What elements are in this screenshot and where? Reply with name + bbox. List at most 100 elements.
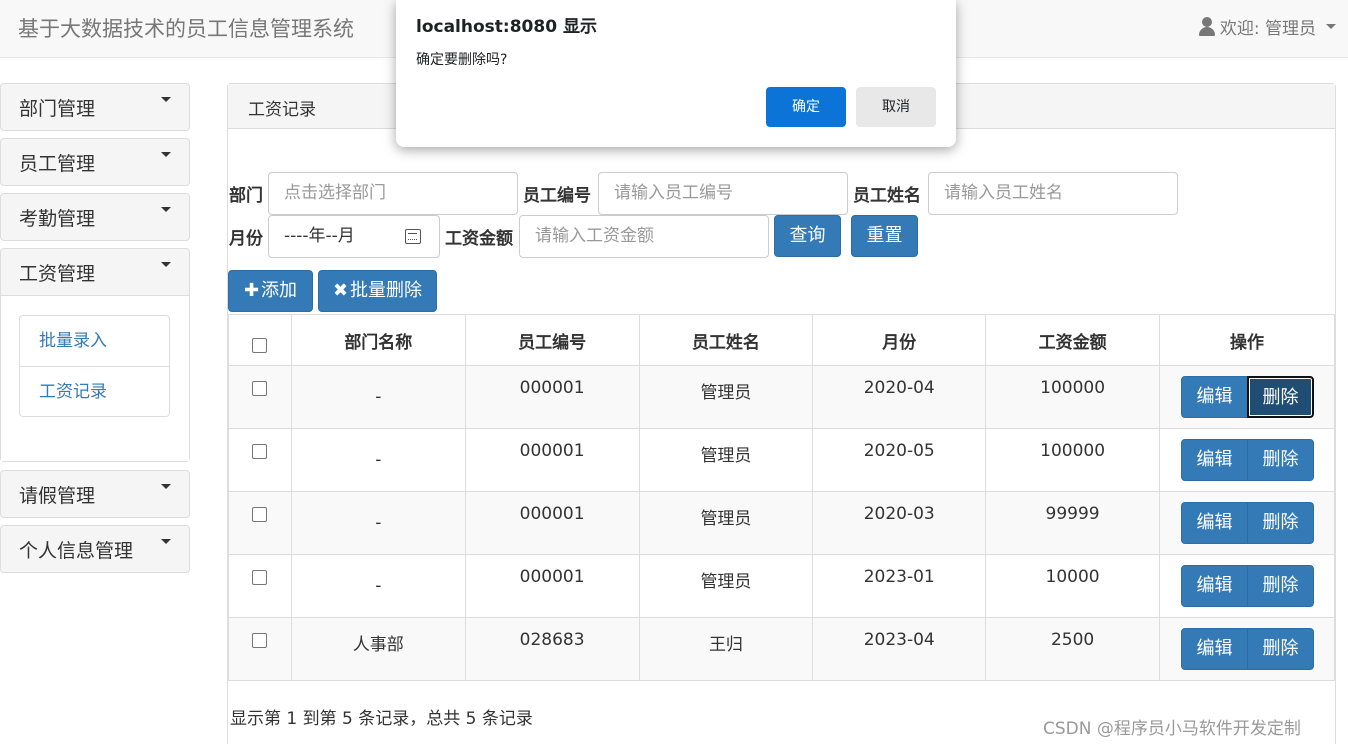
cell-empno: 000001 <box>464 554 640 618</box>
add-button-label: 添加 <box>261 280 298 301</box>
reset-button[interactable]: 重置 <box>851 215 918 257</box>
user-menu[interactable]: 欢迎: 管理员 <box>1198 14 1336 39</box>
table-row: - 000001 管理员 2020-03 99999 编辑 删除 <box>228 491 1335 555</box>
sidebar-menu-label: 工资管理 <box>19 263 96 285</box>
cell-actions: 编辑 删除 <box>1159 617 1335 681</box>
cell-salary: 99999 <box>985 491 1160 555</box>
sidebar-menu-label: 部门管理 <box>19 98 96 120</box>
column-header[interactable]: 工资金额 <box>985 314 1160 366</box>
batch-delete-label: 批量删除 <box>350 280 423 301</box>
row-checkbox[interactable] <box>252 443 268 459</box>
month-label: 月份 <box>229 229 263 249</box>
cell-salary: 2500 <box>985 617 1160 681</box>
sidebar-toggle-profile[interactable]: 个人信息管理 <box>1 526 189 572</box>
table-row: - 000001 管理员 2023-01 10000 编辑 删除 <box>228 554 1335 618</box>
row-checkbox[interactable] <box>252 569 268 585</box>
sidebar-menu-dept: 部门管理 <box>0 83 190 131</box>
cell-dept: - <box>290 428 466 492</box>
row-checkbox[interactable] <box>252 506 268 522</box>
column-header[interactable]: 月份 <box>812 314 987 366</box>
search-button[interactable]: 查询 <box>774 215 841 257</box>
table-row: - 000001 管理员 2020-05 100000 编辑 删除 <box>228 428 1335 492</box>
row-select-cell <box>228 491 292 555</box>
row-checkbox[interactable] <box>252 380 268 396</box>
delete-button[interactable]: 删除 <box>1247 628 1314 670</box>
sidebar-toggle-leave[interactable]: 请假管理 <box>1 471 189 517</box>
sidebar-toggle-dept[interactable]: 部门管理 <box>1 84 189 130</box>
cell-actions: 编辑 删除 <box>1159 365 1335 429</box>
submenu-item-batch-entry[interactable]: 批量录入 <box>20 316 169 366</box>
app-title[interactable]: 基于大数据技术的员工信息管理系统 <box>18 13 354 43</box>
column-header[interactable]: 员工编号 <box>464 314 640 366</box>
sidebar-toggle-salary[interactable]: 工资管理 <box>1 249 189 295</box>
table-row: 人事部 028683 王归 2023-04 2500 编辑 删除 <box>228 617 1335 681</box>
delete-button[interactable]: 删除 <box>1247 565 1314 607</box>
delete-button[interactable]: 删除 <box>1247 439 1314 481</box>
salary-label: 工资金额 <box>445 229 513 249</box>
pagination-info: 显示第 1 到第 5 条记录，总共 5 条记录 <box>230 709 533 729</box>
caret-down-icon <box>161 262 171 267</box>
caret-down-icon <box>161 484 171 489</box>
edit-button[interactable]: 编辑 <box>1181 565 1248 607</box>
edit-button[interactable]: 编辑 <box>1181 439 1248 481</box>
sidebar-menu-employee: 员工管理 <box>0 138 190 186</box>
table-header-row: 部门名称 员工编号 员工姓名 月份 工资金额 操作 <box>228 314 1335 366</box>
sidebar-menu-label: 员工管理 <box>19 153 96 175</box>
cell-name: 王归 <box>638 617 814 681</box>
calendar-icon[interactable] <box>405 229 421 244</box>
row-checkbox[interactable] <box>252 632 268 648</box>
row-select-cell <box>228 617 292 681</box>
table-row: - 000001 管理员 2020-04 100000 编辑 删除 <box>228 365 1335 429</box>
select-all-checkbox[interactable] <box>252 337 268 353</box>
sidebar-menu-leave: 请假管理 <box>0 470 190 518</box>
user-menu-label: 欢迎: 管理员 <box>1219 19 1316 39</box>
delete-button[interactable]: 删除 <box>1247 376 1314 418</box>
add-button[interactable]: ✚ 添加 <box>228 270 313 312</box>
empname-input[interactable]: 请输入员工姓名 <box>928 172 1178 215</box>
cell-dept: 人事部 <box>290 617 466 681</box>
dialog-message: 确定要删除吗? <box>416 52 508 68</box>
column-header[interactable]: 部门名称 <box>290 314 466 366</box>
select-all-cell <box>228 314 292 366</box>
month-picker[interactable]: ----年--月 <box>268 215 440 258</box>
sidebar-menu-profile: 个人信息管理 <box>0 525 190 573</box>
salary-table: 部门名称 员工编号 员工姓名 月份 工资金额 操作 - 000001 管理员 2… <box>228 314 1335 681</box>
edit-button[interactable]: 编辑 <box>1181 376 1248 418</box>
sidebar-toggle-employee[interactable]: 员工管理 <box>1 139 189 185</box>
cell-name: 管理员 <box>638 554 814 618</box>
empno-input[interactable]: 请输入员工编号 <box>598 172 848 215</box>
cross-icon: ✖ <box>332 280 349 301</box>
delete-button[interactable]: 删除 <box>1247 502 1314 544</box>
month-value: ----年--月 <box>284 226 355 246</box>
confirm-dialog: localhost:8080 显示 确定要删除吗? 确定 取消 <box>396 0 956 147</box>
edit-button[interactable]: 编辑 <box>1181 628 1248 670</box>
dialog-cancel-button[interactable]: 取消 <box>856 87 936 127</box>
sidebar-menu-salary: 工资管理 批量录入 工资记录 <box>0 248 190 462</box>
dept-select-input[interactable]: 点击选择部门 <box>268 172 518 215</box>
cell-name: 管理员 <box>638 491 814 555</box>
row-select-cell <box>228 365 292 429</box>
salary-input[interactable]: 请输入工资金额 <box>519 215 769 258</box>
submenu-item-salary-records[interactable]: 工资记录 <box>20 366 169 416</box>
sidebar-menu-label: 请假管理 <box>19 485 96 507</box>
dialog-ok-button[interactable]: 确定 <box>766 87 846 127</box>
plus-icon: ✚ <box>243 280 260 301</box>
cell-month: 2023-04 <box>812 617 987 681</box>
cell-salary: 100000 <box>985 365 1160 429</box>
sidebar-submenu-salary: 批量录入 工资记录 <box>1 295 189 461</box>
row-select-cell <box>228 428 292 492</box>
batch-delete-button[interactable]: ✖ 批量删除 <box>318 270 437 312</box>
column-header[interactable]: 员工姓名 <box>638 314 814 366</box>
edit-button[interactable]: 编辑 <box>1181 502 1248 544</box>
cell-actions: 编辑 删除 <box>1159 491 1335 555</box>
sidebar-toggle-attendance[interactable]: 考勤管理 <box>1 194 189 240</box>
cell-empno: 000001 <box>464 365 640 429</box>
cell-name: 管理员 <box>638 428 814 492</box>
caret-down-icon <box>161 152 171 157</box>
caret-down-icon <box>161 97 171 102</box>
cell-empno: 000001 <box>464 428 640 492</box>
cell-actions: 编辑 删除 <box>1159 554 1335 618</box>
dialog-title: localhost:8080 显示 <box>416 17 597 37</box>
submenu-list: 批量录入 工资记录 <box>19 315 170 417</box>
sidebar-menu-label: 个人信息管理 <box>19 540 134 562</box>
